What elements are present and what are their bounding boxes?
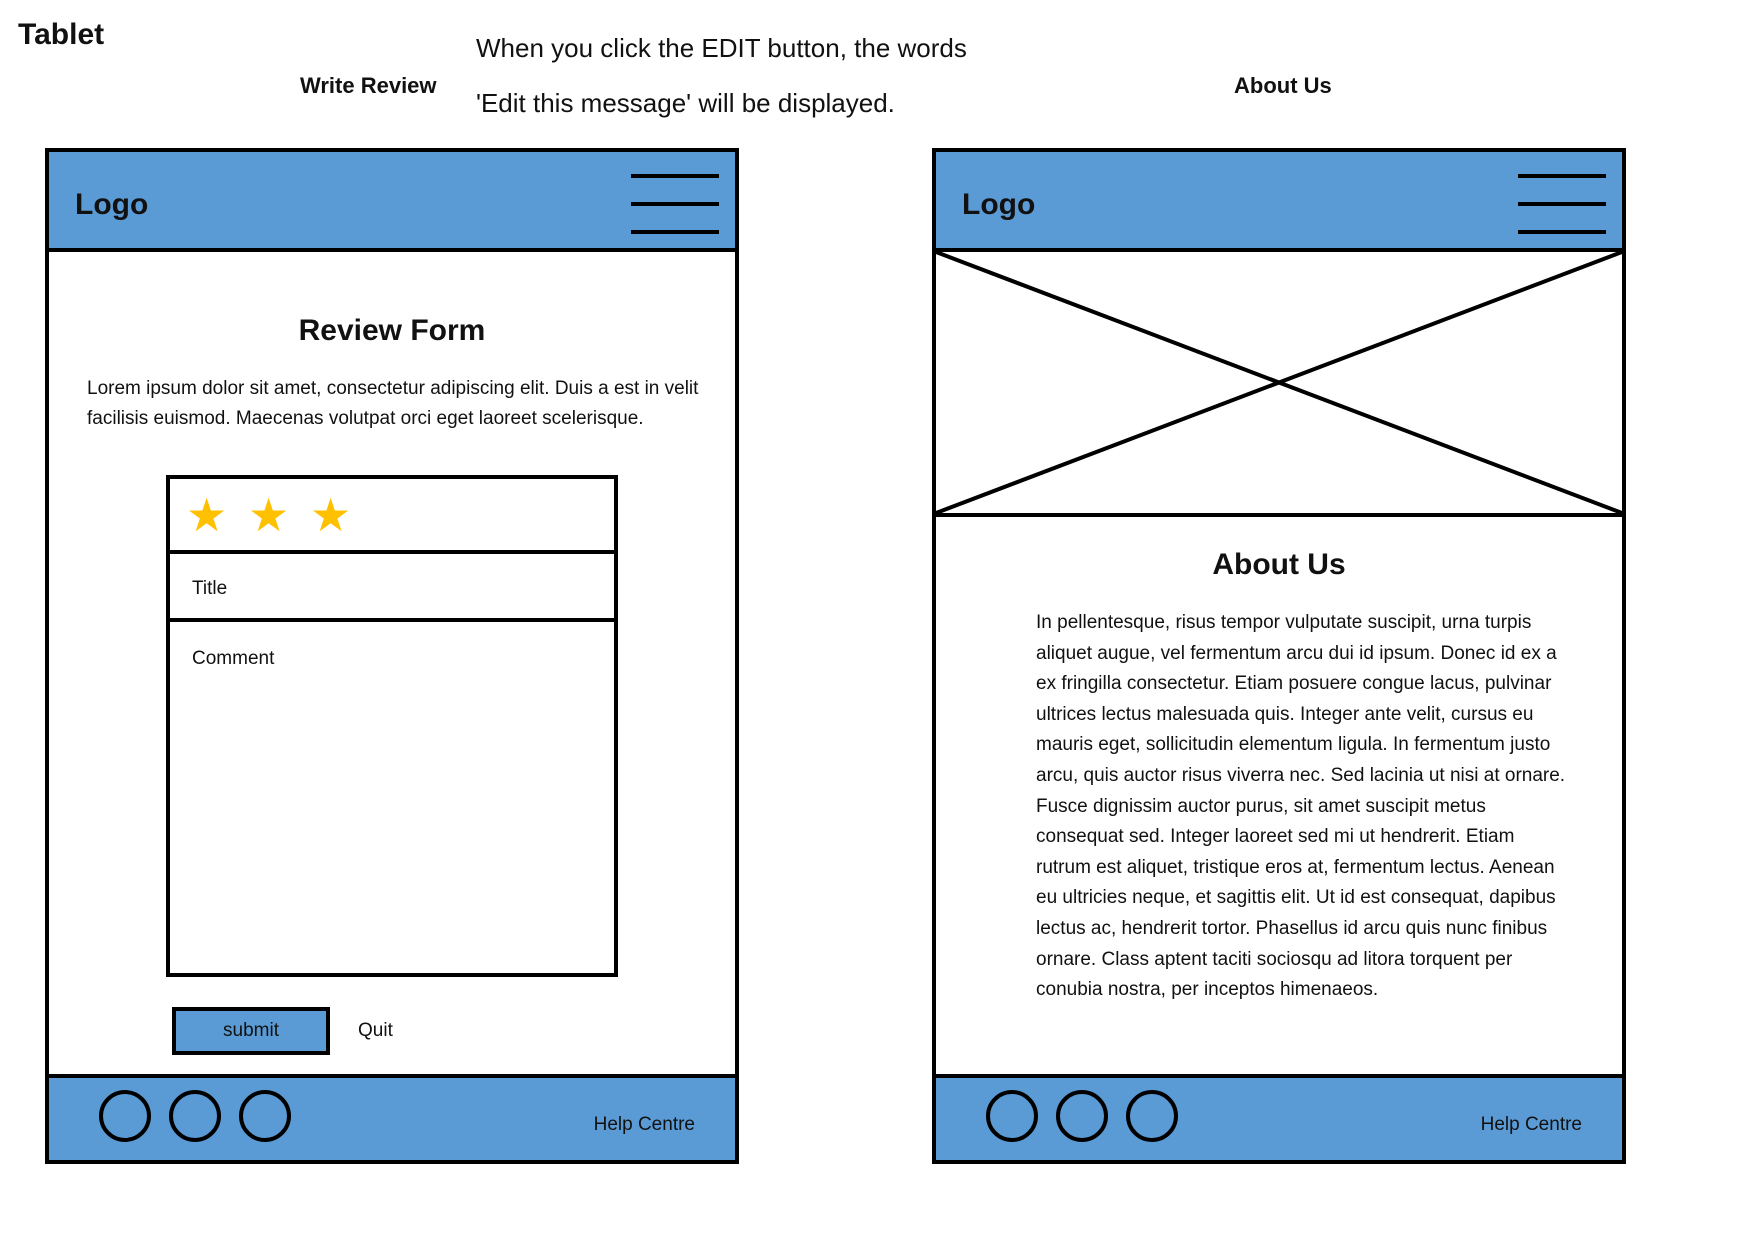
star-icon[interactable]: ★ [186, 487, 227, 543]
menu-line [631, 230, 719, 234]
social-circle-icon[interactable] [986, 1090, 1038, 1142]
comment-field[interactable]: Comment [170, 622, 614, 973]
tablet-frame-about-us: Logo About Us In pellentesque, risus tem… [932, 148, 1626, 1164]
about-us-heading: About Us [1212, 548, 1346, 581]
page-title: Tablet [18, 18, 105, 51]
menu-line [1518, 174, 1606, 178]
review-intro-text: Lorem ipsum dolor sit amet, consectetur … [87, 378, 699, 429]
tablet-frame-write-review: Logo Review Form Lorem ipsum dolor sit a… [45, 148, 739, 1164]
header-bar: Logo [936, 152, 1622, 252]
menu-line [631, 202, 719, 206]
help-centre-link[interactable]: Help Centre [594, 1114, 695, 1136]
header-bar: Logo [49, 152, 735, 252]
logo[interactable]: Logo [75, 188, 148, 222]
hamburger-menu-icon[interactable] [631, 174, 719, 236]
help-centre-link[interactable]: Help Centre [1481, 1114, 1582, 1136]
annotation-note-line-2: 'Edit this message' will be displayed. [476, 88, 895, 118]
title-field[interactable]: Title [170, 554, 614, 622]
logo[interactable]: Logo [962, 188, 1035, 222]
footer-bar: Help Centre [936, 1074, 1622, 1160]
comment-placeholder: Comment [192, 648, 275, 669]
social-circle-icon[interactable] [1126, 1090, 1178, 1142]
about-us-body-text: In pellentesque, risus tempor vulputate … [1036, 612, 1566, 1001]
submit-button[interactable]: submit [172, 1007, 330, 1055]
screen-label-about-us: About Us [1234, 73, 1332, 98]
image-placeholder-icon [936, 252, 1622, 517]
quit-link[interactable]: Quit [358, 1020, 393, 1042]
social-circle-icon[interactable] [169, 1090, 221, 1142]
hamburger-menu-icon[interactable] [1518, 174, 1606, 236]
star-icon[interactable]: ★ [310, 487, 351, 543]
screen-label-write-review: Write Review [300, 73, 437, 98]
menu-line [1518, 230, 1606, 234]
review-form: ★ ★ ★ Title Comment [166, 475, 618, 977]
star-rating[interactable]: ★ ★ ★ [170, 479, 614, 554]
annotation-note-line-1: When you click the EDIT button, the word… [476, 33, 967, 63]
social-circle-icon[interactable] [99, 1090, 151, 1142]
social-circle-icon[interactable] [239, 1090, 291, 1142]
image-placeholder-cross [936, 252, 1622, 513]
social-circle-icon[interactable] [1056, 1090, 1108, 1142]
footer-bar: Help Centre [49, 1074, 735, 1160]
star-icon[interactable]: ★ [248, 487, 289, 543]
menu-line [631, 174, 719, 178]
review-form-heading: Review Form [298, 314, 486, 347]
menu-line [1518, 202, 1606, 206]
title-placeholder: Title [192, 578, 228, 599]
